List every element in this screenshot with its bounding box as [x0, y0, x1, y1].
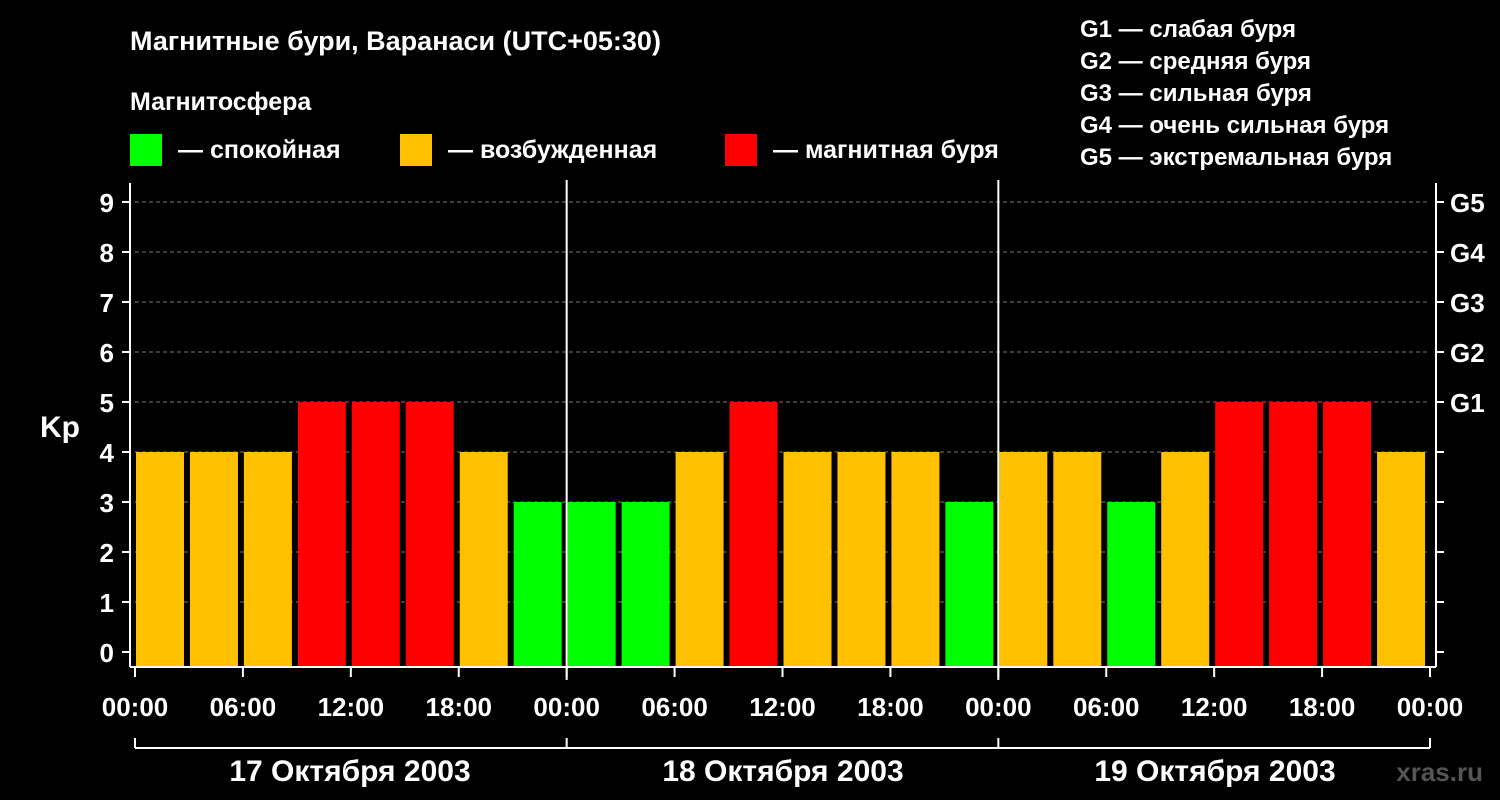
y-tick-label: 7 [100, 288, 114, 318]
legend-label-storm: — магнитная буря [773, 136, 999, 164]
x-tick-label: 06:00 [641, 692, 708, 722]
y-tick-label: 5 [100, 388, 114, 418]
kp-bar [459, 452, 508, 667]
g-scale-label: G2 [1450, 338, 1485, 368]
kp-bar [1161, 452, 1210, 667]
legend-swatch-storm [725, 134, 757, 166]
y-tick-label: 6 [100, 338, 114, 368]
g-scale-label: G1 [1450, 388, 1485, 418]
kp-bar [1269, 402, 1318, 667]
g-level-3: G3 — сильная буря [1080, 80, 1312, 107]
kp-bar [297, 402, 346, 667]
legend-swatch-calm [130, 134, 162, 166]
x-tick-label: 00:00 [533, 692, 600, 722]
x-tick-label: 00:00 [1397, 692, 1464, 722]
y-tick-label: 2 [100, 538, 114, 568]
x-tick-label: 12:00 [1181, 692, 1248, 722]
day-label-3: 19 Октября 2003 [1094, 755, 1335, 788]
kp-bar [567, 502, 616, 667]
kp-bar [1377, 452, 1426, 667]
kp-bar [189, 452, 238, 667]
legend-label-active: — возбужденная [448, 136, 657, 164]
kp-bar [891, 452, 940, 667]
kp-bar [675, 452, 724, 667]
x-tick-label: 12:00 [749, 692, 816, 722]
y-tick-label: 9 [100, 188, 114, 218]
kp-bar [351, 402, 400, 667]
g-level-1: G1 — слабая буря [1080, 16, 1296, 43]
kp-bar [729, 402, 778, 667]
x-tick-label: 06:00 [1073, 692, 1140, 722]
y-tick-label: 3 [100, 488, 114, 518]
kp-bar [513, 502, 562, 667]
kp-bar [999, 452, 1048, 667]
kp-bar [621, 502, 670, 667]
x-tick-label: 00:00 [102, 692, 169, 722]
x-tick-label: 06:00 [210, 692, 277, 722]
x-tick-label: 18:00 [1289, 692, 1356, 722]
g-level-4: G4 — очень сильная буря [1080, 112, 1389, 139]
kp-bar [945, 502, 994, 667]
watermark: xras.ru [1396, 757, 1483, 787]
kp-chart: Магнитные бури, Варанаси (UTC+05:30) Маг… [40, 16, 1485, 788]
x-tick-label: 12:00 [318, 692, 385, 722]
y-tick-label: 1 [100, 588, 114, 618]
kp-bar [1323, 402, 1372, 667]
day-label-2: 18 Октября 2003 [662, 755, 903, 788]
x-tick-label: 00:00 [965, 692, 1032, 722]
section-label: Магнитосфера [130, 88, 312, 116]
g-scale-label: G3 [1450, 288, 1485, 318]
legend-label-calm: — спокойная [178, 136, 341, 164]
plot-area: 0 1 2 3 4 5 6 7 8 9 G1 G2 G3 G4 G5 00:00 06:00 12:00 18:00… [100, 180, 1485, 749]
chart-title: Магнитные бури, Варанаси (UTC+05:30) [130, 26, 661, 56]
kp-bar [783, 452, 832, 667]
y-tick-label: 4 [100, 438, 115, 468]
y-tick-label: 8 [100, 238, 114, 268]
g-scale-label: G4 [1450, 238, 1485, 268]
x-tick-label: 18:00 [857, 692, 924, 722]
y-tick-label: 0 [100, 638, 114, 668]
kp-bar [1215, 402, 1264, 667]
g-level-5: G5 — экстремальная буря [1080, 144, 1392, 171]
y-axis-label: Kp [40, 411, 80, 444]
x-tick-label: 18:00 [426, 692, 493, 722]
kp-bar [1107, 502, 1156, 667]
g-scale-label: G5 [1450, 188, 1485, 218]
kp-bar [405, 402, 454, 667]
kp-bar [243, 452, 292, 667]
legend-swatch-active [400, 134, 432, 166]
kp-bar [837, 452, 886, 667]
day-label-1: 17 Октября 2003 [229, 755, 470, 788]
kp-bar [136, 452, 184, 667]
g-level-2: G2 — средняя буря [1080, 48, 1311, 75]
kp-bar [1053, 452, 1102, 667]
